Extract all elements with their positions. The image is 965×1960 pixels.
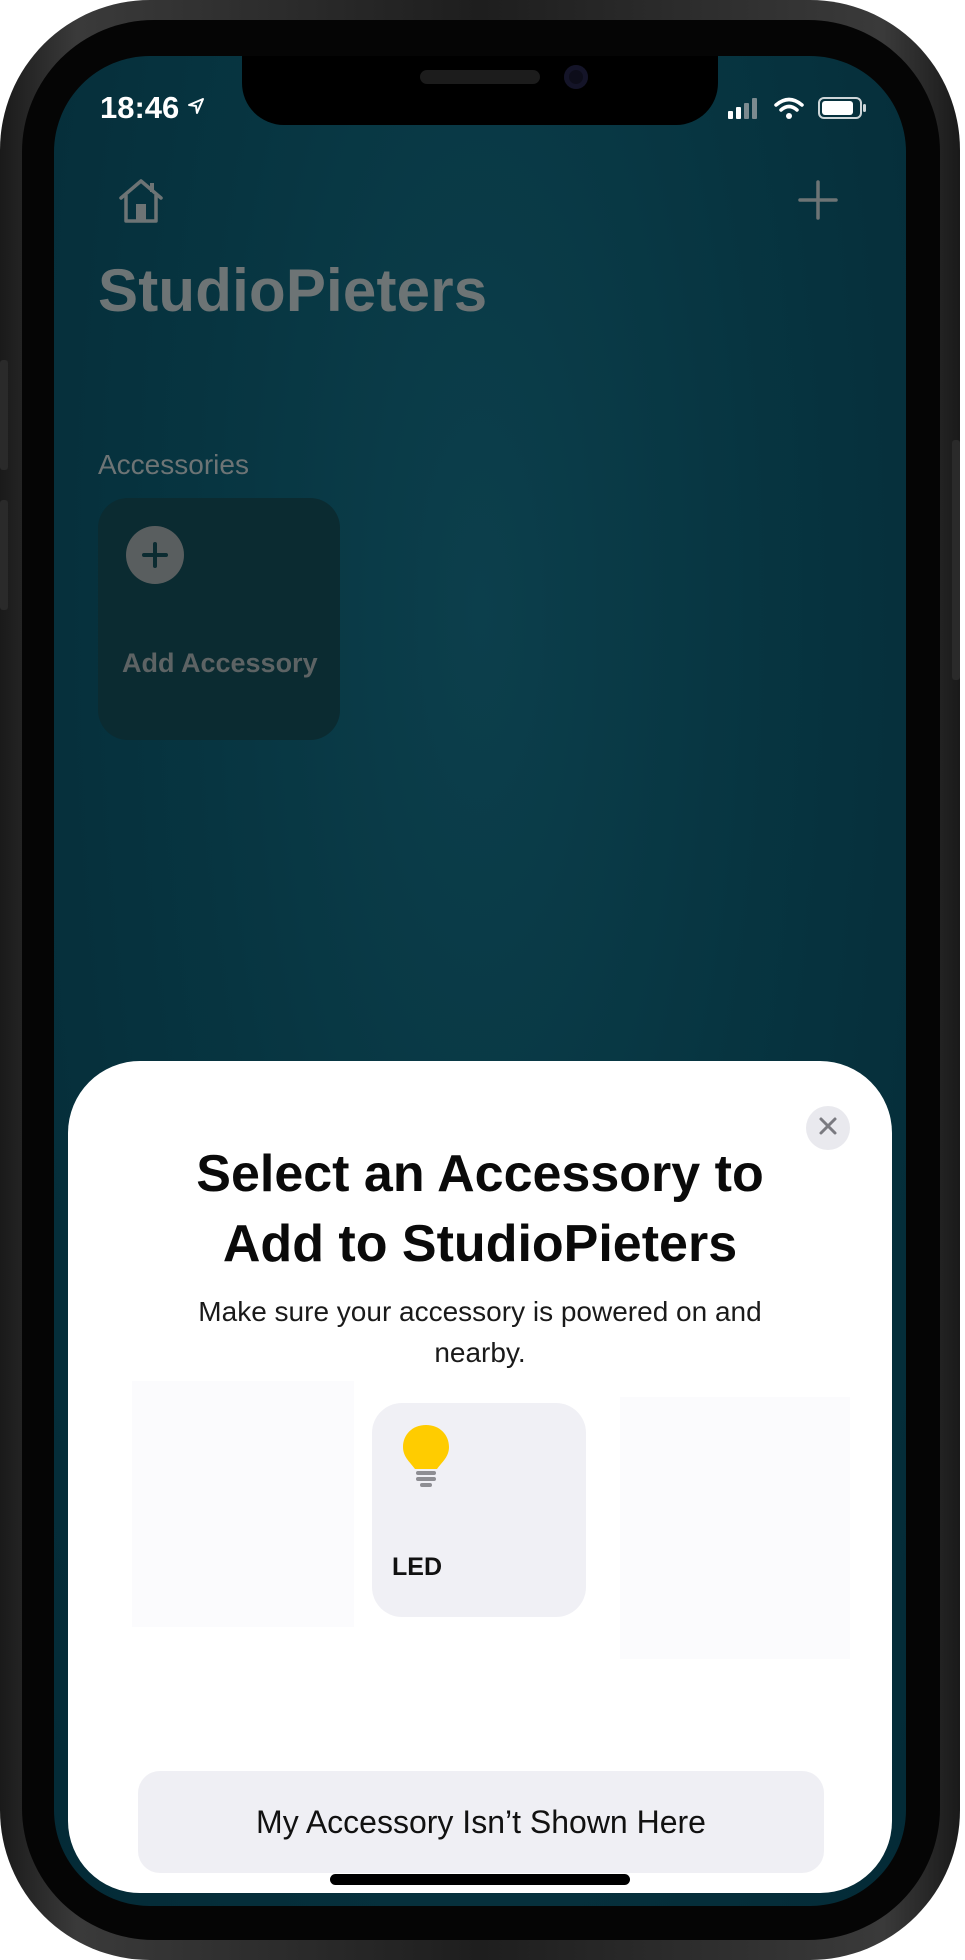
home-title: StudioPieters [98,257,488,324]
add-accessory-label: Add Accessory [122,648,318,678]
sheet-subtitle: Make sure your accessory is powered on a… [198,1296,762,1368]
carousel-placeholder [620,1397,850,1659]
front-camera [564,65,588,89]
home-indicator[interactable] [330,1874,630,1885]
add-accessory-tile[interactable]: Add Accessory [98,498,340,740]
side-button [952,440,960,680]
select-accessory-sheet: Select an Accessory to Add to StudioPiet… [68,1061,892,1893]
sheet-title-text: Select an Accessory to Add to StudioPiet… [196,1145,764,1273]
screen: 18:46 StudioPieters Accessories Add Acce… [54,56,906,1906]
phone-frame: 18:46 StudioPieters Accessories Add Acce… [0,0,960,1960]
stage: 18:46 StudioPieters Accessories Add Acce… [0,0,965,1960]
add-circle-icon [126,526,184,584]
volume-button [0,360,8,470]
volume-button [0,500,8,610]
carousel-placeholder [132,1381,354,1627]
accessory-tile-led[interactable]: LED [372,1403,586,1617]
notch [242,56,718,125]
close-icon [817,1115,839,1142]
lightbulb-icon [400,1423,452,1489]
accessories-section-label: Accessories [98,449,249,480]
sheet-title: Select an Accessory to Add to StudioPiet… [68,1139,892,1279]
plus-icon[interactable] [794,176,842,224]
house-icon[interactable] [116,176,166,226]
accessory-not-shown-button[interactable]: My Accessory Isn’t Shown Here [138,1771,824,1873]
speaker-grille [420,70,540,84]
accessory-label: LED [392,1553,442,1581]
